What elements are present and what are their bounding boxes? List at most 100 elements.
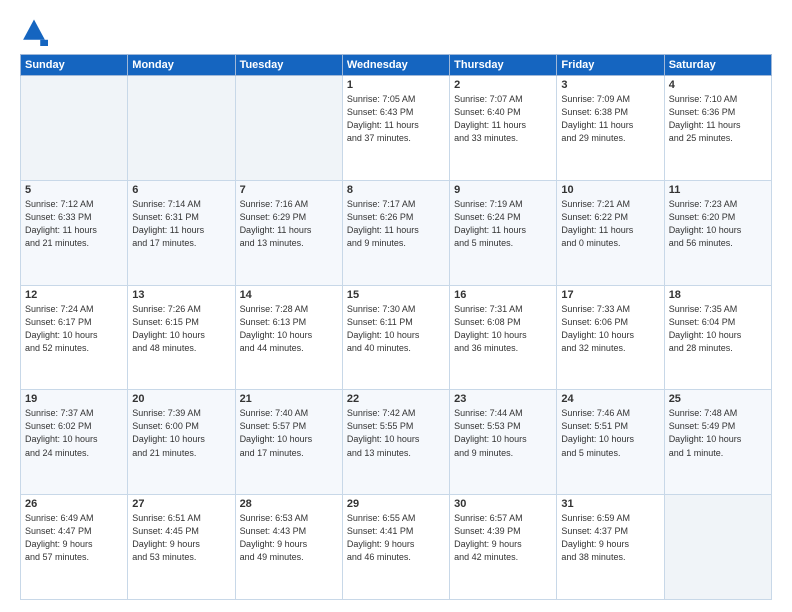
calendar-cell: 4Sunrise: 7:10 AM Sunset: 6:36 PM Daylig… (664, 76, 771, 181)
calendar-cell: 8Sunrise: 7:17 AM Sunset: 6:26 PM Daylig… (342, 180, 449, 285)
day-number: 18 (669, 289, 767, 301)
week-row-2: 5Sunrise: 7:12 AM Sunset: 6:33 PM Daylig… (21, 180, 772, 285)
calendar-cell: 15 Sunrise: 7:30 AM Sunset: 6:11 PM Dayli… (342, 285, 449, 390)
calendar-cell: 20 Sunrise: 7:39 AM Sunset: 6:00 PM Dayli… (128, 390, 235, 495)
calendar-cell (235, 76, 342, 181)
day-info: Sunrise: 7:28 AM Sunset: 6:13 PM Dayligh… (240, 303, 338, 355)
calendar-cell: 14 Sunrise: 7:28 AM Sunset: 6:13 PM Dayli… (235, 285, 342, 390)
day-info: Sunrise: 7:44 AM Sunset: 5:53 PM Dayligh… (454, 407, 552, 459)
weekday-thursday: Thursday (450, 55, 557, 76)
day-number: 3 (561, 79, 659, 91)
calendar-cell (664, 495, 771, 600)
day-info: Sunrise: 6:57 AM Sunset: 4:39 PM Dayligh… (454, 512, 552, 564)
calendar-cell: 27Sunrise: 6:51 AM Sunset: 4:45 PM Dayli… (128, 495, 235, 600)
day-info: Sunrise: 6:59 AM Sunset: 4:37 PM Dayligh… (561, 512, 659, 564)
day-info: Sunrise: 7:24 AM Sunset: 6:17 PM Dayligh… (25, 303, 123, 355)
day-number: 25 (669, 393, 767, 405)
week-row-3: 12 Sunrise: 7:24 AM Sunset: 6:17 PM Dayli… (21, 285, 772, 390)
weekday-friday: Friday (557, 55, 664, 76)
day-info: Sunrise: 6:55 AM Sunset: 4:41 PM Dayligh… (347, 512, 445, 564)
day-number: 27 (132, 498, 230, 510)
calendar-cell: 10 Sunrise: 7:21 AM Sunset: 6:22 PM Dayli… (557, 180, 664, 285)
calendar-cell: 2 Sunrise: 7:07 AM Sunset: 6:40 PM Daylig… (450, 76, 557, 181)
day-info: Sunrise: 7:19 AM Sunset: 6:24 PM Dayligh… (454, 198, 552, 250)
day-info: Sunrise: 7:07 AM Sunset: 6:40 PM Dayligh… (454, 93, 552, 145)
day-info: Sunrise: 7:46 AM Sunset: 5:51 PM Dayligh… (561, 407, 659, 459)
day-info: Sunrise: 7:09 AM Sunset: 6:38 PM Dayligh… (561, 93, 659, 145)
day-info: Sunrise: 7:16 AM Sunset: 6:29 PM Dayligh… (240, 198, 338, 250)
day-number: 12 (25, 289, 123, 301)
day-number: 23 (454, 393, 552, 405)
day-number: 10 (561, 184, 659, 196)
calendar-cell: 1 Sunrise: 7:05 AM Sunset: 6:43 PM Daylig… (342, 76, 449, 181)
calendar-cell: 18 Sunrise: 7:35 AM Sunset: 6:04 PM Dayli… (664, 285, 771, 390)
calendar-cell: 13Sunrise: 7:26 AM Sunset: 6:15 PM Dayli… (128, 285, 235, 390)
calendar-cell: 17 Sunrise: 7:33 AM Sunset: 6:06 PM Dayli… (557, 285, 664, 390)
calendar-cell: 24 Sunrise: 7:46 AM Sunset: 5:51 PM Dayli… (557, 390, 664, 495)
day-number: 7 (240, 184, 338, 196)
week-row-4: 19 Sunrise: 7:37 AM Sunset: 6:02 PM Dayli… (21, 390, 772, 495)
calendar-cell (21, 76, 128, 181)
day-info: Sunrise: 7:37 AM Sunset: 6:02 PM Dayligh… (25, 407, 123, 459)
calendar-cell: 6Sunrise: 7:14 AM Sunset: 6:31 PM Daylig… (128, 180, 235, 285)
day-info: Sunrise: 7:48 AM Sunset: 5:49 PM Dayligh… (669, 407, 767, 459)
day-info: Sunrise: 7:30 AM Sunset: 6:11 PM Dayligh… (347, 303, 445, 355)
day-number: 16 (454, 289, 552, 301)
day-number: 13 (132, 289, 230, 301)
day-info: Sunrise: 7:10 AM Sunset: 6:36 PM Dayligh… (669, 93, 767, 145)
day-number: 21 (240, 393, 338, 405)
weekday-tuesday: Tuesday (235, 55, 342, 76)
day-info: Sunrise: 7:35 AM Sunset: 6:04 PM Dayligh… (669, 303, 767, 355)
calendar-cell: 12 Sunrise: 7:24 AM Sunset: 6:17 PM Dayli… (21, 285, 128, 390)
day-number: 26 (25, 498, 123, 510)
day-info: Sunrise: 7:21 AM Sunset: 6:22 PM Dayligh… (561, 198, 659, 250)
week-row-1: 1 Sunrise: 7:05 AM Sunset: 6:43 PM Daylig… (21, 76, 772, 181)
day-info: Sunrise: 7:31 AM Sunset: 6:08 PM Dayligh… (454, 303, 552, 355)
calendar-table: SundayMondayTuesdayWednesdayThursdayFrid… (20, 54, 772, 600)
day-number: 22 (347, 393, 445, 405)
day-number: 20 (132, 393, 230, 405)
day-number: 15 (347, 289, 445, 301)
logo-icon (20, 18, 48, 46)
day-number: 24 (561, 393, 659, 405)
calendar-cell: 25 Sunrise: 7:48 AM Sunset: 5:49 PM Dayli… (664, 390, 771, 495)
day-number: 19 (25, 393, 123, 405)
calendar-cell: 3 Sunrise: 7:09 AM Sunset: 6:38 PM Daylig… (557, 76, 664, 181)
calendar-cell: 11 Sunrise: 7:23 AM Sunset: 6:20 PM Dayli… (664, 180, 771, 285)
weekday-header-row: SundayMondayTuesdayWednesdayThursdayFrid… (21, 55, 772, 76)
day-info: Sunrise: 7:42 AM Sunset: 5:55 PM Dayligh… (347, 407, 445, 459)
weekday-wednesday: Wednesday (342, 55, 449, 76)
calendar-cell: 9 Sunrise: 7:19 AM Sunset: 6:24 PM Daylig… (450, 180, 557, 285)
calendar-cell: 16 Sunrise: 7:31 AM Sunset: 6:08 PM Dayli… (450, 285, 557, 390)
day-number: 31 (561, 498, 659, 510)
header (20, 18, 772, 46)
day-info: Sunrise: 7:40 AM Sunset: 5:57 PM Dayligh… (240, 407, 338, 459)
calendar-cell: 5Sunrise: 7:12 AM Sunset: 6:33 PM Daylig… (21, 180, 128, 285)
day-info: Sunrise: 7:23 AM Sunset: 6:20 PM Dayligh… (669, 198, 767, 250)
weekday-monday: Monday (128, 55, 235, 76)
calendar-cell: 28Sunrise: 6:53 AM Sunset: 4:43 PM Dayli… (235, 495, 342, 600)
day-info: Sunrise: 7:12 AM Sunset: 6:33 PM Dayligh… (25, 198, 123, 250)
day-number: 14 (240, 289, 338, 301)
day-info: Sunrise: 7:05 AM Sunset: 6:43 PM Dayligh… (347, 93, 445, 145)
weekday-saturday: Saturday (664, 55, 771, 76)
day-info: Sunrise: 6:49 AM Sunset: 4:47 PM Dayligh… (25, 512, 123, 564)
calendar-cell: 19 Sunrise: 7:37 AM Sunset: 6:02 PM Dayli… (21, 390, 128, 495)
day-number: 1 (347, 79, 445, 91)
calendar-cell: 29 Sunrise: 6:55 AM Sunset: 4:41 PM Dayli… (342, 495, 449, 600)
day-info: Sunrise: 7:33 AM Sunset: 6:06 PM Dayligh… (561, 303, 659, 355)
logo (20, 18, 52, 46)
weekday-sunday: Sunday (21, 55, 128, 76)
day-number: 6 (132, 184, 230, 196)
day-number: 9 (454, 184, 552, 196)
day-number: 2 (454, 79, 552, 91)
week-row-5: 26 Sunrise: 6:49 AM Sunset: 4:47 PM Dayli… (21, 495, 772, 600)
day-number: 17 (561, 289, 659, 301)
day-number: 29 (347, 498, 445, 510)
calendar-cell: 21 Sunrise: 7:40 AM Sunset: 5:57 PM Dayli… (235, 390, 342, 495)
day-number: 11 (669, 184, 767, 196)
day-info: Sunrise: 7:17 AM Sunset: 6:26 PM Dayligh… (347, 198, 445, 250)
calendar-cell: 7 Sunrise: 7:16 AM Sunset: 6:29 PM Daylig… (235, 180, 342, 285)
day-info: Sunrise: 6:53 AM Sunset: 4:43 PM Dayligh… (240, 512, 338, 564)
day-info: Sunrise: 7:39 AM Sunset: 6:00 PM Dayligh… (132, 407, 230, 459)
